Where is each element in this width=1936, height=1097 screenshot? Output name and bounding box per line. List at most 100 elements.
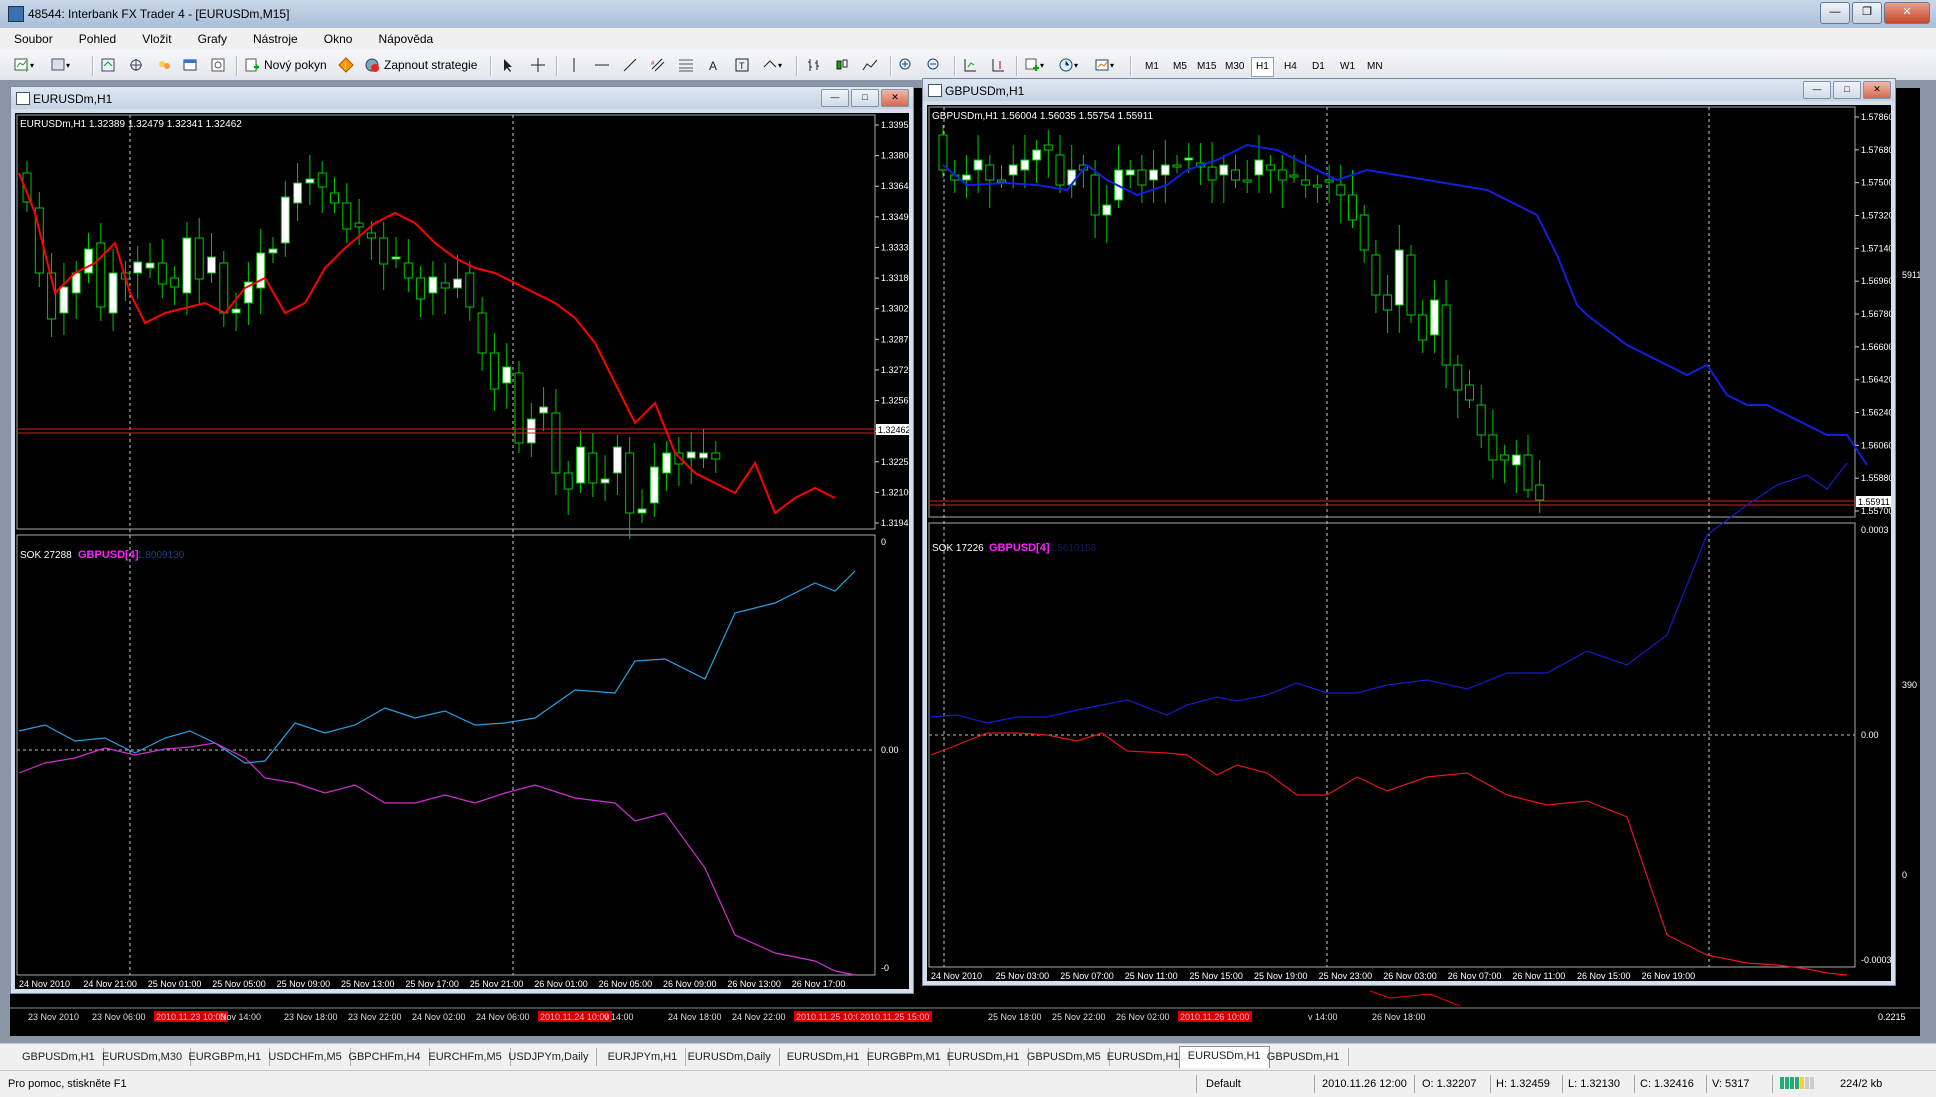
terminal-button[interactable] <box>156 55 172 75</box>
tester-button[interactable] <box>182 55 198 75</box>
eurusd-minimize-button[interactable]: — <box>821 89 849 107</box>
vertical-line-tool[interactable] <box>566 55 582 75</box>
chart-tab[interactable]: GBPUSDm,M5 <box>1019 1048 1110 1066</box>
restore-button[interactable]: ❐ <box>1852 2 1882 24</box>
chart-tab[interactable]: EURUSDm,H1 <box>939 1048 1029 1066</box>
chart-shift-button[interactable] <box>990 55 1006 75</box>
zoom-out-button[interactable] <box>926 55 942 75</box>
chart-tab[interactable]: GBPUSDm,H1 <box>1259 1048 1349 1066</box>
time-axis-label: 24 Nov 2010 <box>931 971 982 981</box>
new-chart-button[interactable]: + ▾ <box>14 55 34 75</box>
candle-body <box>1476 404 1486 436</box>
gbpusd-minimize-button[interactable]: — <box>1803 81 1831 99</box>
candle-body <box>354 222 364 228</box>
eurusd-close-button[interactable]: ✕ <box>881 89 909 107</box>
fibonacci-icon <box>679 59 693 72</box>
menu-nastroje[interactable]: Nástroje <box>239 28 307 46</box>
status-traffic: 224/2 kb <box>1840 1078 1883 1090</box>
chart-tab[interactable]: EURUSDm,H1 <box>1178 1046 1270 1068</box>
chart-tab[interactable]: EURCHFm,M5 <box>420 1048 511 1066</box>
periods-button[interactable]: ▾ <box>1058 55 1078 75</box>
tf-d1-button[interactable]: D1 <box>1307 57 1330 77</box>
price-axis-label: 1.33335 <box>881 242 909 252</box>
tf-w1-button[interactable]: W1 <box>1335 57 1360 77</box>
arrows-tool[interactable]: ▾ <box>762 55 782 75</box>
indicators-button[interactable]: ▾ <box>1024 55 1044 75</box>
menu-grafy[interactable]: Grafy <box>184 28 236 46</box>
strategy-toggle-button[interactable]: Zapnout strategie <box>364 55 477 75</box>
chart-tab[interactable]: EURUSDm,Daily <box>680 1048 780 1066</box>
chart-tab[interactable]: USDJPYm,Daily <box>500 1048 598 1066</box>
eurusd-maximize-button[interactable]: □ <box>851 89 879 107</box>
price-axis-label: 1.56240 <box>1861 408 1891 418</box>
menu-bar: Soubor Pohled Vložit Grafy Nástroje Okno… <box>0 28 1936 51</box>
eurusd-chart-window[interactable]: EURUSDm,H1 — □ ✕ EURUSDm,H1 1.32389 1.32… <box>10 86 914 994</box>
gbpusd-maximize-button[interactable]: □ <box>1833 81 1861 99</box>
chart-tab[interactable]: EURGBPm,H1 <box>180 1048 271 1066</box>
line-chart-button[interactable] <box>862 55 878 75</box>
bar-chart-button[interactable] <box>806 55 822 75</box>
chart-tab[interactable]: GBPUSDm,H1 <box>14 1048 104 1066</box>
minimize-button[interactable]: — <box>1820 2 1850 24</box>
crosshair-tool[interactable] <box>530 55 546 75</box>
candle-chart-button[interactable] <box>834 55 850 75</box>
time-axis-label: 26 Nov 17:00 <box>792 979 846 989</box>
text-tool[interactable]: A <box>706 55 722 75</box>
connection-indicator <box>1780 1077 1844 1089</box>
tf-mn-button[interactable]: MN <box>1362 57 1388 77</box>
autoscroll-button[interactable] <box>962 55 978 75</box>
new-order-button[interactable]: Nový pokyn <box>244 55 327 75</box>
chart-tab[interactable]: EURUSDm,H1 <box>779 1048 869 1066</box>
chart-tab[interactable]: GBPCHFm,H4 <box>340 1048 430 1066</box>
channel-tool[interactable]: # <box>650 55 666 75</box>
time-axis-label: 26 Nov 13:00 <box>727 979 781 989</box>
chart-tab[interactable]: EURJPYm,H1 <box>600 1048 687 1066</box>
close-button[interactable]: ✕ <box>1884 2 1930 24</box>
menu-pohled[interactable]: Pohled <box>65 28 125 46</box>
chart-tab[interactable]: EURUSDm,H1 <box>1099 1048 1189 1066</box>
trendline-tool[interactable] <box>622 55 638 75</box>
chart-tab[interactable]: USDCHFm,M5 <box>260 1048 351 1066</box>
gbpusd-chart-area[interactable]: GBPUSDm,H1 1.56004 1.56035 1.55754 1.559… <box>927 105 1891 981</box>
eurusd-window-titlebar[interactable]: EURUSDm,H1 — □ ✕ <box>11 87 913 109</box>
candle-body <box>961 174 971 181</box>
chart-tab[interactable]: EURGBPm,M1 <box>859 1048 950 1066</box>
menu-vlozit[interactable]: Vložit <box>128 28 180 46</box>
tf-h4-button[interactable]: H4 <box>1279 57 1302 77</box>
navigator-button[interactable] <box>128 55 144 75</box>
menu-napoveda[interactable]: Nápověda <box>365 28 443 46</box>
tf-h1-button[interactable]: H1 <box>1251 57 1274 77</box>
menu-soubor[interactable]: Soubor <box>0 28 62 46</box>
eurusd-chart-area[interactable]: EURUSDm,H1 1.32389 1.32479 1.32341 1.324… <box>15 113 909 989</box>
candle-body <box>938 134 948 171</box>
fibonacci-tool[interactable] <box>678 55 694 75</box>
label-tool[interactable]: T <box>734 55 750 75</box>
gbpusd-info-label: GBPUSDm,H1 1.56004 1.56035 1.55754 1.559… <box>932 111 1154 122</box>
current-price-label: 1.55911 <box>1858 497 1890 507</box>
gbpusd-chart-window[interactable]: GBPUSDm,H1 — □ ✕ GBPUSDm,H1 1.56004 1.56… <box>922 78 1896 986</box>
tf-m1-button[interactable]: M1 <box>1140 57 1164 77</box>
candle-body <box>1371 254 1381 296</box>
market-watch-button[interactable] <box>100 55 116 75</box>
options-button[interactable]: ! <box>338 55 354 75</box>
menu-okno[interactable]: Okno <box>310 28 362 46</box>
candle-body <box>1160 164 1170 176</box>
bg-side-value: 390 <box>1902 680 1917 690</box>
status-volume: V: 5317 <box>1712 1078 1750 1090</box>
candle-body <box>96 242 106 308</box>
profiles-button[interactable]: ▾ <box>50 55 70 75</box>
chart-tab[interactable]: EURUSDm,M30 <box>94 1048 192 1066</box>
gbpusd-close-button[interactable]: ✕ <box>1863 81 1891 99</box>
tf-m15-button[interactable]: M15 <box>1192 57 1221 77</box>
zoom-window-button[interactable] <box>210 55 226 75</box>
templates-button[interactable]: ▾ <box>1094 55 1114 75</box>
text-icon: A <box>709 59 717 73</box>
tf-m5-button[interactable]: M5 <box>1168 57 1192 77</box>
gbpusd-window-titlebar[interactable]: GBPUSDm,H1 — □ ✕ <box>923 79 1895 101</box>
tf-m30-button[interactable]: M30 <box>1220 57 1249 77</box>
cursor-tool[interactable] <box>500 55 516 75</box>
candle-body <box>84 248 93 274</box>
eurusd-indicator-label: SOK 27288 <box>20 550 72 561</box>
zoom-in-button[interactable] <box>898 55 914 75</box>
horizontal-line-tool[interactable] <box>594 55 610 75</box>
